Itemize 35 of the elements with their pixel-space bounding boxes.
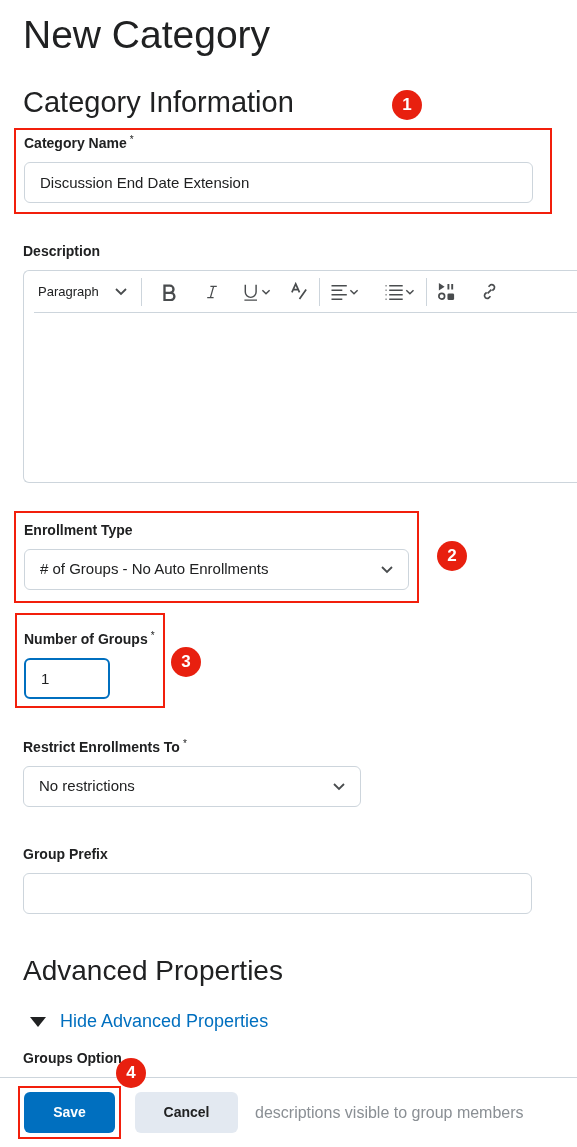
chevron-icon — [114, 287, 127, 296]
disclosure-link[interactable]: Hide Advanced Properties — [30, 1008, 269, 1035]
section-title: Advanced Properties — [23, 954, 284, 988]
field-label: Number of Groups — [24, 630, 148, 648]
required-mark: * — [129, 134, 134, 147]
chevron-icon — [381, 565, 393, 574]
option-text: descriptions visible to group members — [255, 1102, 524, 1123]
cancel-button[interactable]: Cancel — [135, 1092, 238, 1133]
list-icon[interactable] — [383, 282, 416, 301]
caret-down-icon — [30, 1016, 46, 1027]
chevron-icon — [333, 782, 345, 791]
paragraph-dropdown[interactable]: Paragraph — [34, 281, 131, 302]
input-field[interactable]: Discussion End Date Extension — [24, 162, 533, 203]
dropdown[interactable]: # of Groups - No Auto Enrollments — [24, 549, 409, 590]
save-button[interactable]: Save — [24, 1092, 115, 1133]
required-mark: * — [150, 630, 155, 643]
input-field[interactable] — [23, 873, 532, 914]
text-color-icon[interactable] — [289, 282, 309, 301]
rich-text-editor[interactable]: Paragraph — [23, 270, 577, 483]
page-title: New Category — [23, 12, 272, 58]
number-badge: 3 — [171, 647, 201, 677]
media-icon[interactable] — [436, 282, 456, 301]
field-label: Restrict Enrollments To — [23, 738, 180, 756]
number-badge: 2 — [437, 541, 467, 571]
field-label: Enrollment Type — [24, 521, 133, 539]
required-mark: * — [182, 738, 187, 751]
underline-icon[interactable] — [241, 282, 272, 301]
field-label: Description — [23, 242, 100, 260]
section-title: Category Information — [23, 85, 294, 120]
align-icon[interactable] — [329, 282, 360, 301]
input-field[interactable]: 1 — [24, 658, 110, 699]
field-label: Category Name — [24, 134, 127, 152]
dropdown[interactable]: No restrictions — [23, 766, 361, 807]
number-badge: 1 — [392, 90, 422, 120]
field-label: Group Prefix — [23, 845, 108, 863]
